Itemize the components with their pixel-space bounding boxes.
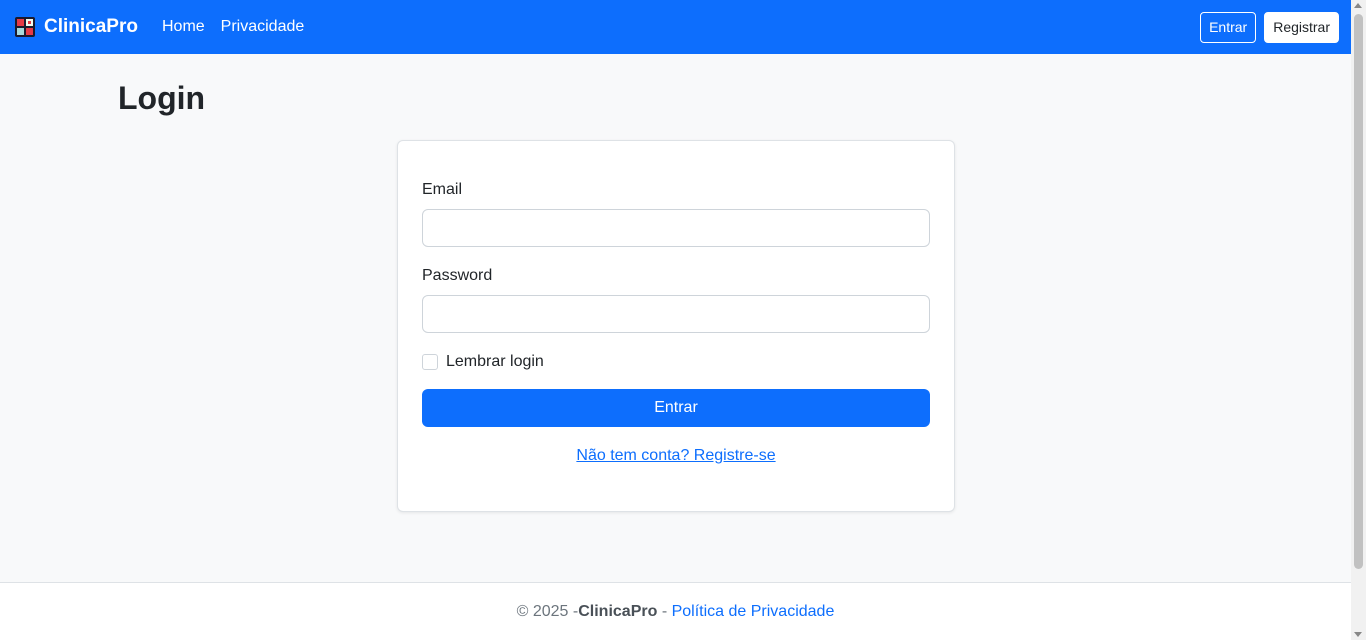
nav-links: Home Privacidade xyxy=(162,18,304,36)
brand-link[interactable]: ClinicaPro xyxy=(14,16,138,38)
footer: © 2025 - ClinicaPro - Política de Privac… xyxy=(0,582,1351,640)
password-label: Password xyxy=(422,267,493,284)
brand-name: ClinicaPro xyxy=(44,16,138,37)
remember-checkbox[interactable] xyxy=(422,354,438,370)
navbar: ClinicaPro Home Privacidade Entrar Regis… xyxy=(0,0,1351,54)
nav-link-privacidade[interactable]: Privacidade xyxy=(221,18,305,36)
clinic-logo-icon xyxy=(14,16,36,38)
scroll-up-icon[interactable] xyxy=(1354,3,1362,8)
email-field[interactable] xyxy=(422,209,930,247)
register-nav-button[interactable]: Registrar xyxy=(1264,11,1339,43)
register-link[interactable]: Não tem conta? Registre-se xyxy=(422,447,930,465)
login-card: Email Password Lembrar login Entrar Não … xyxy=(397,140,955,512)
page-title: Login xyxy=(118,80,206,116)
scroll-thumb[interactable] xyxy=(1354,14,1363,569)
footer-copyright: © 2025 - xyxy=(516,602,579,620)
footer-separator: - xyxy=(657,602,672,620)
login-nav-button[interactable]: Entrar xyxy=(1200,11,1257,43)
password-group: Password xyxy=(422,267,930,333)
footer-privacy-link[interactable]: Política de Privacidade xyxy=(672,603,835,621)
footer-brand: ClinicaPro xyxy=(578,602,658,620)
nav-link-home[interactable]: Home xyxy=(162,18,205,36)
scroll-down-icon[interactable] xyxy=(1354,632,1362,637)
remember-row: Lembrar login xyxy=(422,353,930,371)
remember-label[interactable]: Lembrar login xyxy=(446,353,544,371)
password-field[interactable] xyxy=(422,295,930,333)
login-submit-button[interactable]: Entrar xyxy=(422,389,930,427)
page-scrollbar[interactable] xyxy=(1351,0,1366,640)
email-group: Email xyxy=(422,181,930,247)
nav-auth: Entrar Registrar xyxy=(1200,11,1339,43)
email-label: Email xyxy=(422,181,463,198)
